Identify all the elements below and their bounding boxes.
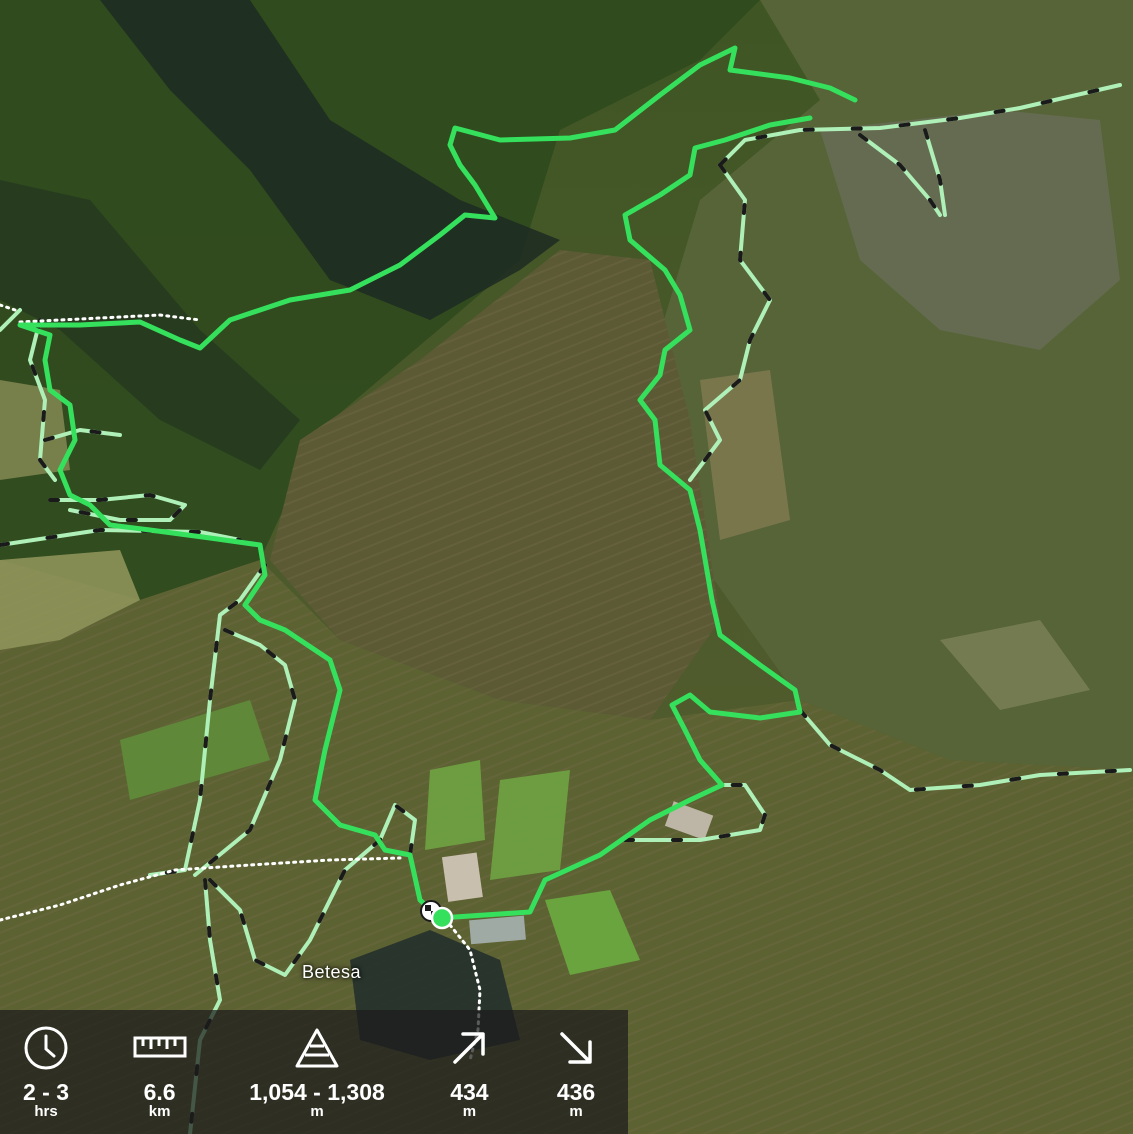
arrow-up-right-icon [453, 1032, 486, 1064]
ruler-icon [133, 1036, 187, 1058]
descent-value: 436 [556, 1079, 596, 1105]
duration-value: 2 - 3 [22, 1079, 70, 1105]
building [441, 852, 483, 902]
meadow [425, 760, 485, 850]
descent-unit: m [569, 1103, 583, 1120]
route-stats-panel: 2 - 3 hrs 6.6 km 1,054 - 1,308 m 434 m 4… [0, 1010, 628, 1134]
map-canvas[interactable] [0, 0, 1133, 1134]
distance-value: 6.6 [143, 1079, 176, 1105]
arrow-down-right-icon [560, 1032, 592, 1064]
altitude-unit: m [310, 1103, 324, 1120]
building [469, 915, 526, 945]
clock-icon [24, 1026, 68, 1070]
stat-ascent: 434 m [447, 1026, 491, 1120]
meadow [490, 770, 570, 880]
stat-descent: 436 m [554, 1026, 598, 1120]
route-end-marker[interactable] [430, 906, 454, 930]
ascent-unit: m [462, 1103, 477, 1120]
stat-duration: 2 - 3 hrs [22, 1026, 70, 1120]
altitude-value: 1,054 - 1,308 [249, 1079, 385, 1105]
place-label-betesa: Betesa [302, 962, 362, 982]
altitude-icon [295, 1028, 339, 1068]
ascent-value: 434 [450, 1079, 489, 1105]
stat-altitude: 1,054 - 1,308 m [249, 1026, 385, 1120]
stat-distance: 6.6 km [133, 1026, 187, 1120]
duration-unit: hrs [34, 1103, 58, 1120]
distance-unit: km [148, 1103, 171, 1120]
